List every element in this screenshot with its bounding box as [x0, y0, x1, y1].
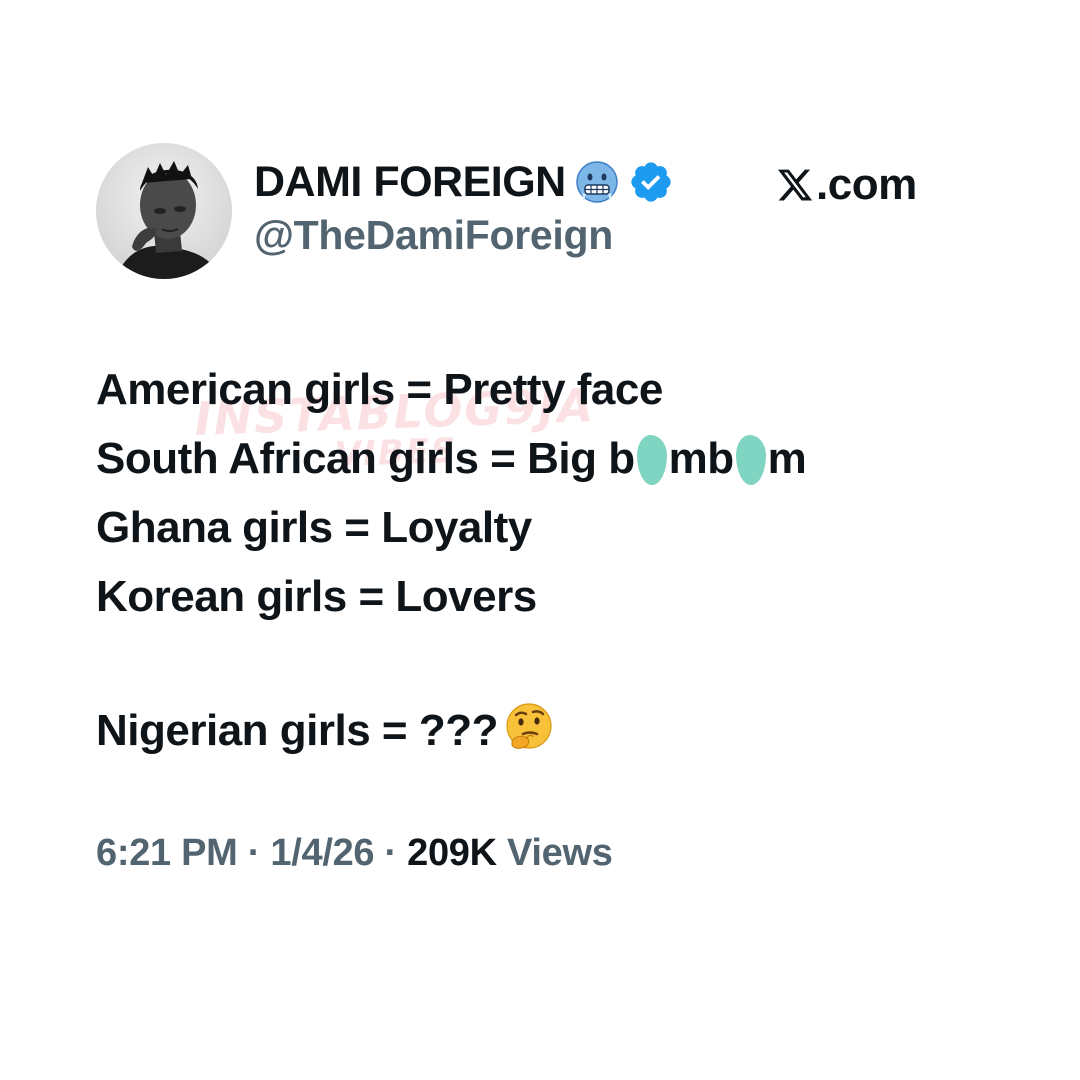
tweet-line: Korean girls = Lovers — [96, 572, 537, 621]
views-count: 209K — [407, 832, 497, 874]
tweet-question-line: Nigerian girls = ??? — [96, 696, 996, 765]
tweet-date[interactable]: 1/4/26 — [270, 832, 374, 874]
author-display-name[interactable]: DAMI FOREIGN — [254, 158, 566, 207]
censor-blob — [735, 435, 766, 485]
thinking-face-emoji-icon — [502, 701, 556, 755]
tweet-text: American girls = Pretty face South Afric… — [96, 355, 996, 765]
tweet-question-text: Nigerian girls = ??? — [96, 706, 498, 755]
avatar[interactable] — [96, 143, 232, 279]
tweet-line: American girls = Pretty face — [96, 365, 663, 414]
tweet-line-segment: South African girls = Big b — [96, 434, 635, 483]
cold-face-emoji-icon — [574, 159, 620, 205]
x-logo-icon — [776, 166, 814, 204]
author-name-row: DAMI FOREIGN — [254, 152, 674, 212]
author-handle[interactable]: @TheDamiForeign — [254, 212, 613, 259]
tweet-meta: 6:21 PM · 1/4/26 · 209K Views — [96, 832, 613, 875]
avatar-photo — [96, 143, 232, 279]
tweet-card: DAMI FOREIGN @TheDamiForeign .com INSTAB… — [0, 0, 1080, 1080]
tweet-line: Ghana girls = Loyalty — [96, 503, 532, 552]
tweet-line-segment: m — [767, 434, 807, 483]
tweet-time[interactable]: 6:21 PM — [96, 832, 238, 874]
brand-mark: .com — [776, 158, 917, 212]
views-label[interactable]: Views — [507, 832, 613, 874]
tweet-line-censored: South African girls = Big b mb m — [96, 424, 996, 493]
meta-separator: · — [374, 832, 408, 874]
brand-domain-text: .com — [816, 160, 917, 209]
censor-blob — [636, 435, 667, 485]
meta-separator: · — [237, 832, 271, 874]
verified-badge-icon[interactable] — [628, 159, 674, 205]
tweet-line-segment: mb — [668, 434, 735, 483]
